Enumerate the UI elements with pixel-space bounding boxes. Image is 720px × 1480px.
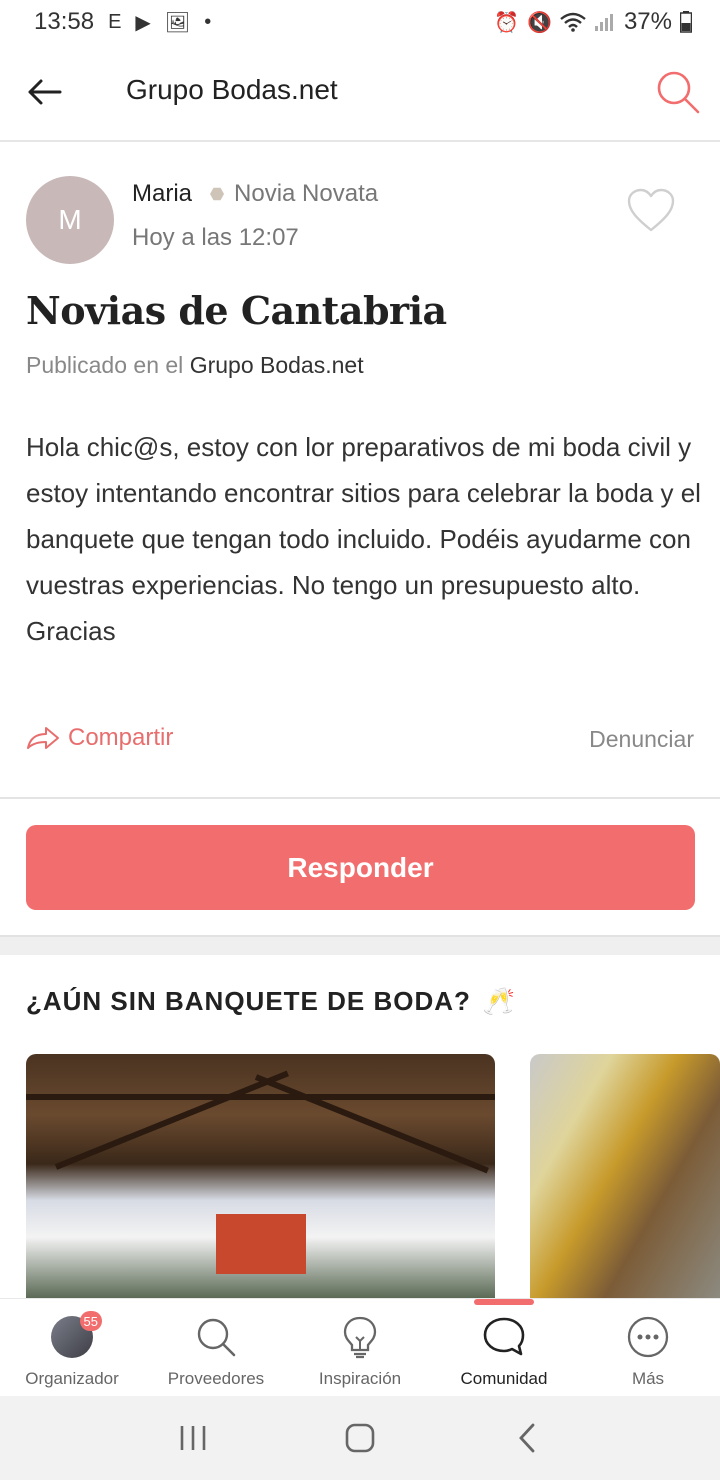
rank-hexagon-icon xyxy=(210,187,225,201)
notification-badge: 55 xyxy=(79,1311,102,1331)
card-image-detail xyxy=(54,1070,289,1170)
chat-bubble-icon xyxy=(482,1315,526,1359)
lightbulb-icon xyxy=(338,1315,382,1359)
post-body: Hola chic@s, estoy con lor preparativos … xyxy=(26,432,701,646)
back-button[interactable] xyxy=(22,70,66,114)
section-separator xyxy=(0,935,720,955)
heart-icon xyxy=(627,188,675,232)
promo-title-text: ¿AÚN SIN BANQUETE DE BODA? xyxy=(26,986,471,1016)
nav-label: Proveedores xyxy=(167,1369,265,1388)
reply-button[interactable]: Responder xyxy=(26,825,695,910)
published-line: Publicado en el Grupo Bodas.net xyxy=(26,352,364,379)
search-button[interactable] xyxy=(654,68,702,116)
status-time: 13:58 xyxy=(34,8,95,35)
divider xyxy=(0,797,720,799)
play-store-icon: ▶ xyxy=(135,11,151,34)
champagne-glasses-icon: 🥂 xyxy=(482,986,517,1016)
author-name[interactable]: Maria xyxy=(132,180,192,208)
bottom-navigation: 55 Organizador Proveedores Inspiración C… xyxy=(0,1298,720,1396)
nav-item-proveedores[interactable]: Proveedores xyxy=(144,1299,288,1397)
arrow-left-icon xyxy=(28,79,62,105)
status-right: ⏰ 🔇 37% xyxy=(494,8,692,36)
home-icon xyxy=(345,1423,375,1453)
nav-label: Comunidad xyxy=(460,1369,548,1388)
search-icon xyxy=(657,71,700,114)
more-dots-icon xyxy=(626,1315,670,1359)
gallery-icon: 🖼 xyxy=(164,11,191,34)
nav-label: Inspiración xyxy=(318,1369,402,1388)
battery-icon xyxy=(680,11,692,33)
active-indicator xyxy=(474,1299,534,1305)
recent-apps-icon xyxy=(181,1426,206,1450)
chevron-left-icon xyxy=(518,1423,535,1453)
card-image-detail xyxy=(254,1074,489,1174)
search-icon xyxy=(194,1315,238,1359)
nav-item-inspiracion[interactable]: Inspiración xyxy=(288,1299,432,1397)
post-title: Novias de Cantabria xyxy=(26,288,447,333)
author-rank: Novia Novata xyxy=(234,180,379,207)
like-button[interactable] xyxy=(626,188,676,234)
promo-card-venue-1[interactable] xyxy=(26,1054,495,1298)
status-left: 13:58 E ▶ 🖼 • xyxy=(34,8,211,36)
nav-item-organizador[interactable]: 55 Organizador xyxy=(0,1299,144,1397)
avatar[interactable]: M xyxy=(26,176,114,264)
share-button[interactable]: Compartir xyxy=(26,724,173,752)
nav-item-comunidad[interactable]: Comunidad xyxy=(432,1299,576,1397)
promo-card-venue-2[interactable] xyxy=(530,1054,720,1298)
nav-label: Organizador xyxy=(25,1369,119,1388)
nav-label: Más xyxy=(631,1369,665,1388)
share-arrow-icon xyxy=(27,727,59,749)
header-title: Grupo Bodas.net xyxy=(126,74,338,105)
home-button[interactable] xyxy=(330,1408,390,1468)
notification-e-icon: E xyxy=(108,10,122,33)
share-label: Compartir xyxy=(68,724,174,751)
nav-item-mas[interactable]: Más xyxy=(576,1299,720,1397)
post-time: Hoy a las 12:07 xyxy=(132,224,299,251)
published-group-link[interactable]: Grupo Bodas.net xyxy=(190,352,364,378)
published-prefix: Publicado en el xyxy=(26,352,184,378)
battery-percent: 37% xyxy=(623,8,672,35)
promo-title: ¿AÚN SIN BANQUETE DE BODA? 🥂 xyxy=(26,986,516,1017)
author-line: Maria Novia Novata xyxy=(132,180,378,208)
app-header: Grupo Bodas.net xyxy=(0,44,720,142)
organizer-avatar-icon: 55 xyxy=(50,1311,102,1359)
status-bar: 13:58 E ▶ 🖼 • ⏰ 🔇 37% xyxy=(0,0,720,44)
alarm-icon: ⏰ xyxy=(494,11,520,34)
card-image-detail xyxy=(26,1094,495,1100)
system-back-button[interactable] xyxy=(497,1408,557,1468)
post: M Maria Novia Novata Hoy a las 12:07 Nov… xyxy=(0,142,720,798)
mute-icon: 🔇 xyxy=(527,11,552,34)
wifi-icon xyxy=(560,12,586,32)
more-notifications-icon: • xyxy=(204,10,212,33)
report-link[interactable]: Denunciar xyxy=(589,726,694,753)
system-navigation-bar xyxy=(0,1396,720,1480)
recent-apps-button[interactable] xyxy=(163,1408,223,1468)
signal-icon xyxy=(594,14,613,31)
card-image-detail xyxy=(216,1214,306,1274)
